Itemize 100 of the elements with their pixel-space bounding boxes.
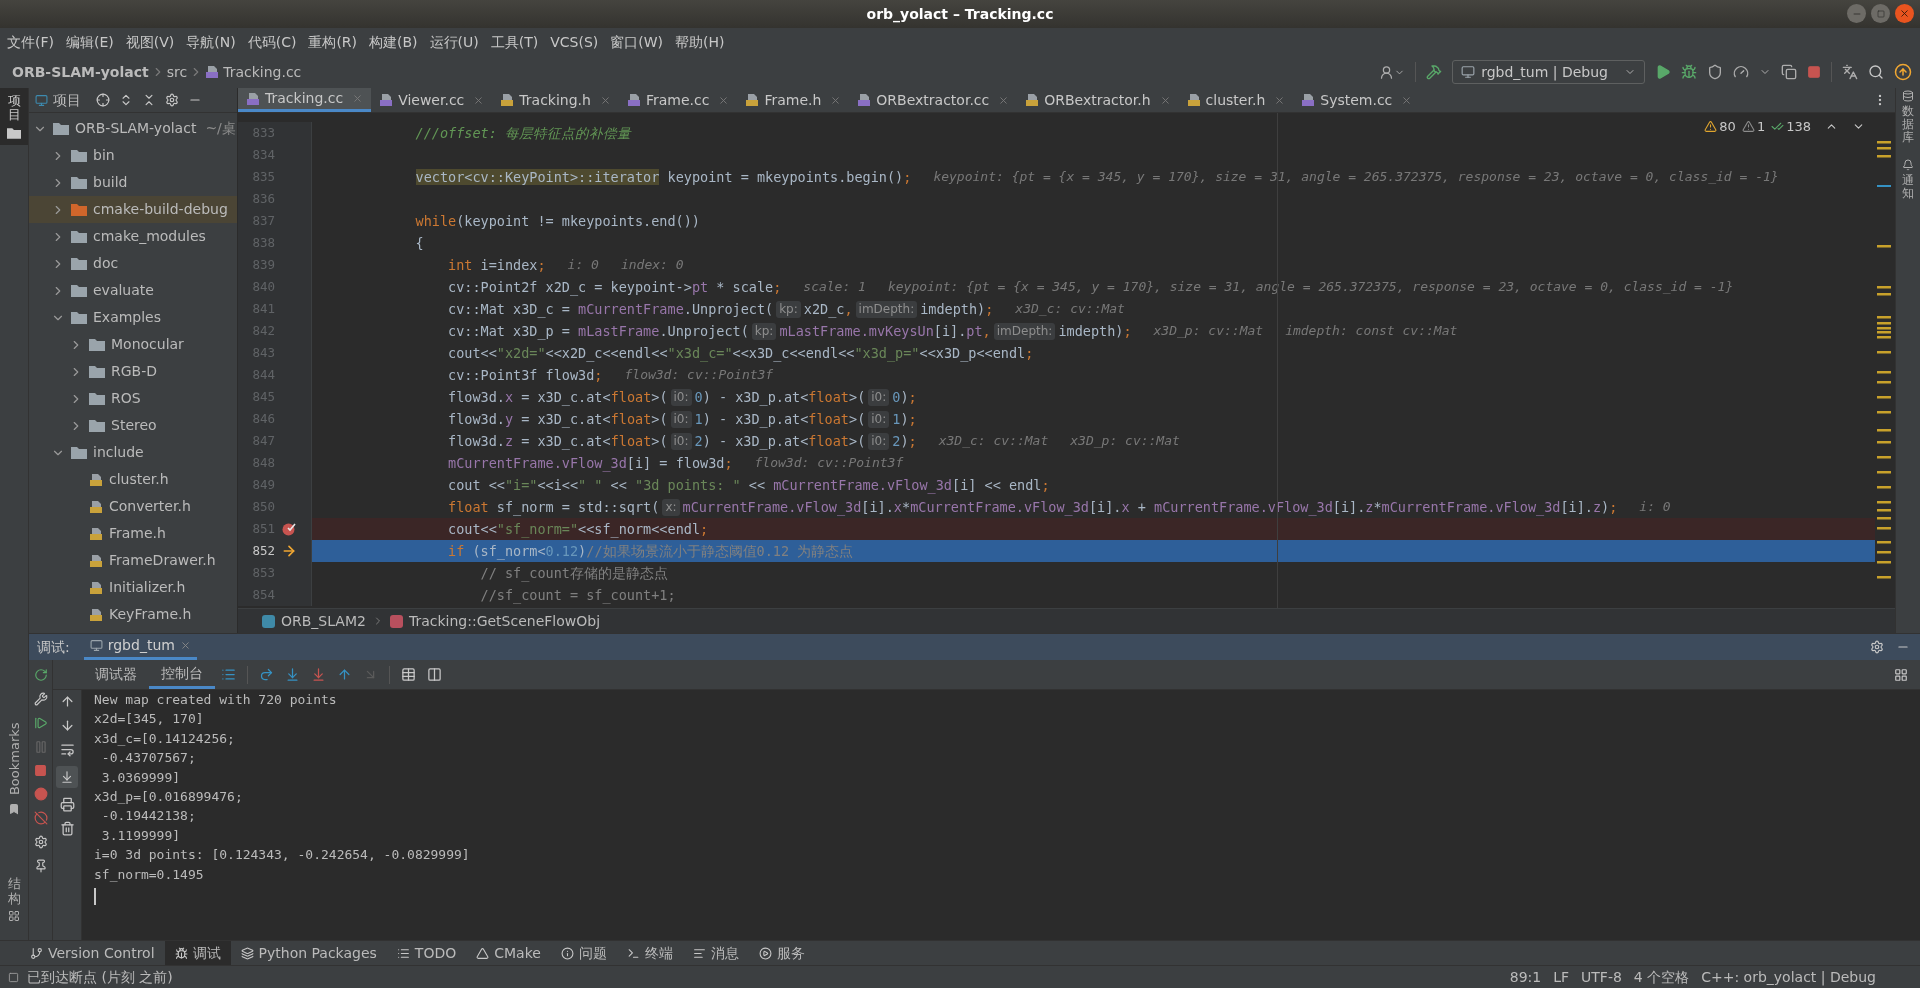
close-button[interactable]: [1895, 4, 1914, 23]
close-icon[interactable]: [1401, 94, 1413, 106]
tool-window-tab[interactable]: 终端: [616, 941, 683, 965]
tree-item[interactable]: FrameDrawer.h: [29, 547, 237, 574]
tree-item[interactable]: Examples: [29, 304, 237, 331]
update-icon[interactable]: [1894, 63, 1912, 81]
menu-item[interactable]: 文件(F): [1, 31, 60, 53]
menu-item[interactable]: 编辑(E): [60, 31, 120, 53]
breadcrumb-item[interactable]: Tracking.cc: [205, 61, 302, 83]
tool-window-tab[interactable]: 结构: [0, 871, 28, 928]
menu-item[interactable]: 工具(T): [484, 31, 545, 53]
tree-item[interactable]: ROS: [29, 385, 237, 412]
tree-item[interactable]: bin: [29, 142, 237, 169]
close-icon[interactable]: [179, 640, 191, 651]
run-icon[interactable]: [1655, 64, 1671, 80]
close-icon[interactable]: [830, 94, 842, 106]
list-icon[interactable]: [221, 667, 236, 682]
tool-window-tab[interactable]: 问题: [550, 941, 617, 965]
menu-item[interactable]: VCS(S): [544, 31, 605, 53]
columns-icon[interactable]: [427, 667, 442, 682]
tree-item[interactable]: Initializer.h: [29, 574, 237, 601]
stop-icon[interactable]: [34, 764, 47, 777]
editor-tab[interactable]: Tracking.cc: [238, 88, 372, 112]
editor-tab[interactable]: Viewer.cc: [371, 88, 493, 112]
locate-icon[interactable]: [96, 93, 110, 107]
weak-warning-count[interactable]: 1: [1741, 117, 1766, 137]
tree-item[interactable]: cmake-build-debug: [29, 196, 237, 223]
debug-tab[interactable]: 调试器: [83, 660, 149, 689]
breadcrumb-item[interactable]: ORB_SLAM2: [262, 610, 366, 632]
scroll-to-end-button[interactable]: [56, 766, 78, 788]
tool-window-tab[interactable]: Bookmarks: [0, 711, 28, 822]
breakpoint-icon[interactable]: [282, 522, 296, 536]
menu-item[interactable]: 代码(C): [241, 31, 303, 53]
tree-item[interactable]: RGB-D: [29, 358, 237, 385]
editor-tab[interactable]: Frame.h: [737, 88, 850, 112]
panel-title[interactable]: 项目: [35, 89, 81, 111]
tree-item[interactable]: Converter.h: [29, 493, 237, 520]
editor-tab[interactable]: Frame.cc: [618, 88, 738, 112]
tool-window-tab[interactable]: 数据库: [1902, 90, 1914, 145]
close-icon[interactable]: [718, 94, 730, 106]
tree-item[interactable]: include: [29, 439, 237, 466]
tree-item[interactable]: ORB-SLAM-yolact ~/桌: [29, 115, 237, 142]
debug-icon[interactable]: [1681, 64, 1697, 80]
tool-window-tab[interactable]: 调试: [164, 941, 231, 965]
settings-icon[interactable]: [165, 93, 179, 107]
status-item[interactable]: UTF-8: [1575, 966, 1628, 988]
tool-window-tab[interactable]: 项目: [0, 88, 28, 145]
menu-item[interactable]: 导航(N): [180, 31, 242, 53]
step-over-icon[interactable]: [259, 667, 274, 682]
mute-breakpoints-icon[interactable]: [33, 811, 48, 825]
debug-session-tab[interactable]: rgbd_tum: [83, 634, 197, 660]
editor-tab[interactable]: ORBextractor.h: [1017, 88, 1179, 112]
tool-window-tab[interactable]: Python Packages: [230, 941, 387, 965]
close-icon[interactable]: [473, 94, 485, 106]
tool-window-tab[interactable]: TODO: [386, 941, 467, 965]
soft-wrap-icon[interactable]: [59, 742, 75, 757]
layout-icon[interactable]: [1894, 667, 1908, 682]
step-into-icon[interactable]: [285, 667, 300, 682]
menu-item[interactable]: 帮助(H): [669, 31, 731, 53]
tool-window-tab[interactable]: 消息: [682, 941, 749, 965]
editor-tab[interactable]: cluster.h: [1178, 88, 1294, 112]
search-icon[interactable]: [1868, 64, 1884, 80]
menu-item[interactable]: 重构(R): [302, 31, 364, 53]
stop-icon[interactable]: [1807, 65, 1821, 79]
tree-item[interactable]: build: [29, 169, 237, 196]
account-menu[interactable]: [1379, 64, 1406, 80]
run-configuration-dropdown[interactable]: rgbd_tum | Debug: [1452, 60, 1645, 84]
maximize-button[interactable]: [1871, 4, 1890, 23]
tool-window-tab[interactable]: CMake: [466, 941, 551, 965]
tree-item[interactable]: Frame.h: [29, 520, 237, 547]
collapse-all-icon[interactable]: [142, 93, 156, 107]
status-item[interactable]: C++: orb_yolact | Debug: [1695, 966, 1882, 988]
close-icon[interactable]: [599, 94, 611, 106]
breadcrumb-item[interactable]: ORB-SLAM-yolact: [12, 61, 149, 83]
resume-icon[interactable]: [33, 716, 48, 730]
tool-window-tab[interactable]: Version Control: [20, 941, 165, 965]
tree-item[interactable]: cmake_modules: [29, 223, 237, 250]
breadcrumb-item[interactable]: Tracking::GetSceneFlowObj: [389, 610, 601, 632]
editor-tab[interactable]: ORBextractor.cc: [849, 88, 1018, 112]
pin-icon[interactable]: [33, 859, 48, 873]
breakpoints-icon[interactable]: [33, 787, 48, 801]
menu-item[interactable]: 窗口(W): [604, 31, 670, 53]
table-icon[interactable]: [401, 667, 416, 682]
settings-icon[interactable]: [33, 835, 48, 849]
force-step-into-icon[interactable]: [311, 667, 326, 682]
warning-count[interactable]: 80: [1704, 117, 1736, 137]
wrench-icon[interactable]: [33, 692, 48, 706]
tool-window-tab[interactable]: 通知: [1902, 158, 1914, 200]
status-item[interactable]: 89:1: [1503, 966, 1548, 988]
tree-item[interactable]: doc: [29, 250, 237, 277]
menu-item[interactable]: 视图(V): [119, 31, 181, 53]
trash-icon[interactable]: [59, 821, 75, 836]
editor-tab[interactable]: Tracking.h: [492, 88, 619, 112]
menu-item[interactable]: 构建(B): [363, 31, 424, 53]
tree-item[interactable]: evaluate: [29, 277, 237, 304]
build-icon[interactable]: [1426, 64, 1443, 80]
minimize-button[interactable]: [1847, 4, 1866, 23]
close-icon[interactable]: [1159, 94, 1171, 106]
rerun-icon[interactable]: [33, 668, 48, 682]
close-icon[interactable]: [998, 94, 1010, 106]
